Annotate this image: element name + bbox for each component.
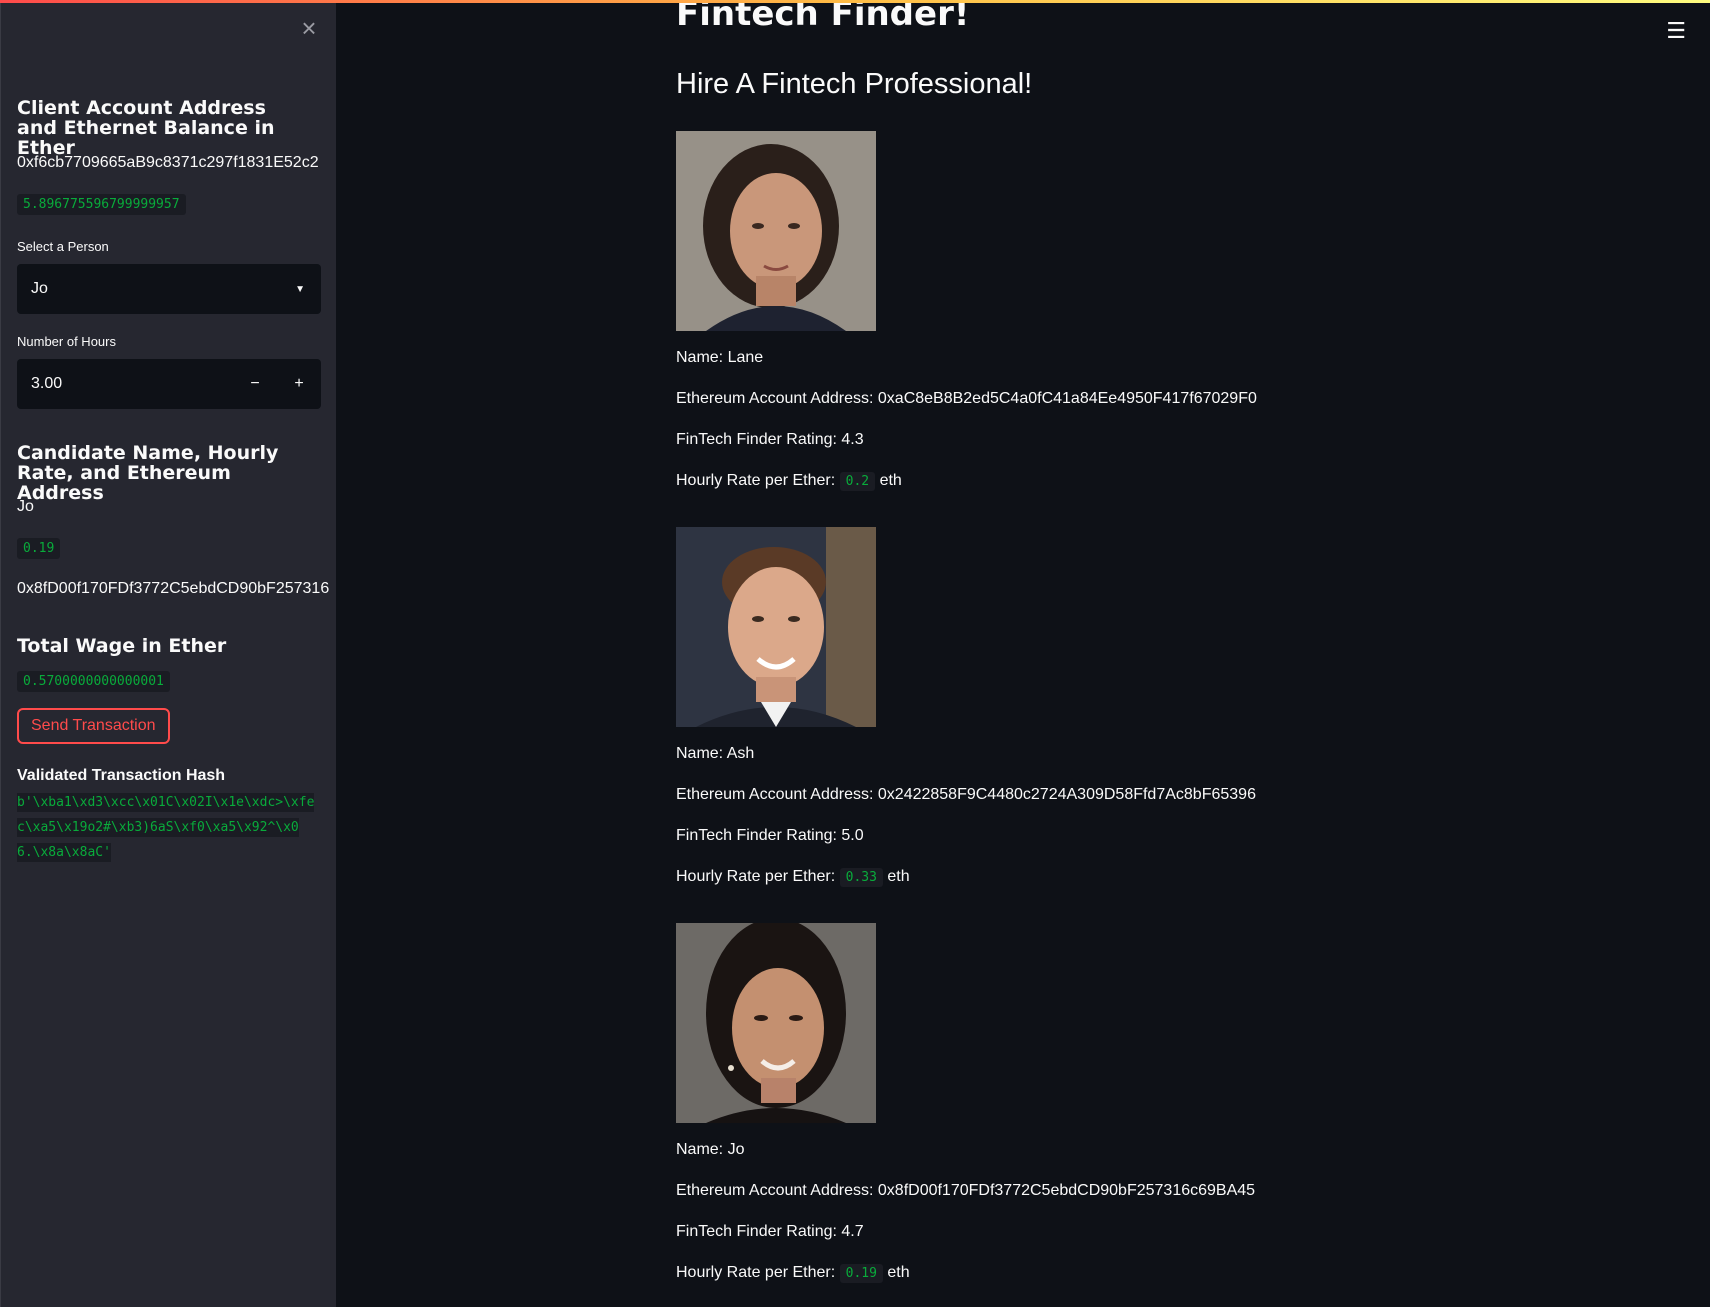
select-person-value: Jo [31, 280, 48, 297]
candidate-card: Name: Jo Ethereum Account Address: 0x8fD… [676, 923, 1376, 1283]
rate-label: Hourly Rate per Ether: [676, 868, 836, 885]
candidate-rate-row: Hourly Rate per Ether: 0.2 eth [676, 472, 902, 491]
portrait-image [676, 923, 876, 1123]
portrait-image [676, 131, 876, 331]
account-heading: Client Account Address and Ethernet Bala… [17, 97, 275, 159]
top-decoration-bar [0, 0, 1710, 3]
candidate-name: Name: Jo [676, 1141, 745, 1158]
rate-value: 0.19 [839, 1264, 883, 1283]
page-title: Fintech Finder! [676, 0, 970, 34]
candidate-rate: 0.19 [17, 538, 61, 559]
page-subtitle: Hire A Fintech Professional! [676, 68, 1033, 100]
total-wage-value: 0.5700000000000001 [17, 671, 170, 692]
candidate-rating: FinTech Finder Rating: 5.0 [676, 827, 864, 844]
candidate-card: Name: Ash Ethereum Account Address: 0x24… [676, 527, 1376, 887]
candidate-name: Name: Ash [676, 745, 755, 762]
rate-unit: eth [879, 472, 902, 489]
candidate-photo [676, 527, 876, 727]
candidate-rating: FinTech Finder Rating: 4.7 [676, 1223, 864, 1240]
candidate-address: Ethereum Account Address: 0x8fD00f170FDf… [676, 1182, 1256, 1199]
sidebar: × Client Account Address and Ethernet Ba… [0, 0, 336, 1307]
total-wage-heading: Total Wage in Ether [17, 635, 227, 657]
decrement-button[interactable]: − [233, 359, 277, 409]
rate-unit: eth [887, 868, 910, 885]
candidate-heading: Candidate Name, Hourly Rate, and Ethereu… [17, 442, 279, 504]
candidate-photo [676, 923, 876, 1123]
rate-label: Hourly Rate per Ether: [676, 472, 836, 489]
candidate-rate-row: Hourly Rate per Ether: 0.33 eth [676, 868, 910, 887]
hours-label: Number of Hours [17, 334, 116, 349]
candidate-address: 0x8fD00f170FDf3772C5ebdCD90bF257316 [17, 580, 330, 597]
candidate-address: Ethereum Account Address: 0x2422858F9C44… [676, 786, 1256, 803]
candidate-address: Ethereum Account Address: 0xaC8eB8B2ed5C… [676, 390, 1257, 407]
main-content: ☰ Fintech Finder! Hire A Fintech Profess… [336, 0, 1710, 1307]
candidate-name: Jo [17, 498, 34, 515]
balance-value: 5.896775596799999957 [17, 194, 186, 215]
chevron-down-icon: ▼ [295, 283, 305, 295]
rate-value: 0.2 [839, 472, 876, 491]
rate-label: Hourly Rate per Ether: [676, 1264, 836, 1281]
hours-number-input[interactable]: 3.00 − + [17, 359, 321, 409]
close-icon[interactable]: × [299, 15, 319, 41]
transaction-hash-value: b'\xba1\xd3\xcc\x01C\x02I\x1e\xdc>\xfec\… [17, 790, 321, 865]
rate-unit: eth [887, 1264, 910, 1281]
increment-button[interactable]: + [277, 359, 321, 409]
select-person-dropdown[interactable]: Jo ▼ [17, 264, 321, 314]
candidate-name: Name: Lane [676, 349, 764, 366]
send-transaction-button[interactable]: Send Transaction [17, 708, 170, 744]
candidate-rate-row: Hourly Rate per Ether: 0.19 eth [676, 1264, 910, 1283]
hash-text: b'\xba1\xd3\xcc\x01C\x02I\x1e\xdc>\xfec\… [17, 793, 315, 862]
candidate-rating: FinTech Finder Rating: 4.3 [676, 431, 864, 448]
account-address: 0xf6cb7709665aB9c8371c297f1831E52c2 [17, 154, 319, 171]
portrait-image [676, 527, 876, 727]
candidate-card: Name: Lane Ethereum Account Address: 0xa… [676, 131, 1376, 491]
select-person-label: Select a Person [17, 239, 109, 254]
candidate-photo [676, 131, 876, 331]
hamburger-menu-icon[interactable]: ☰ [1666, 18, 1686, 44]
rate-value: 0.33 [839, 868, 883, 887]
transaction-hash-label: Validated Transaction Hash [17, 767, 226, 784]
hours-value[interactable]: 3.00 [17, 375, 233, 393]
